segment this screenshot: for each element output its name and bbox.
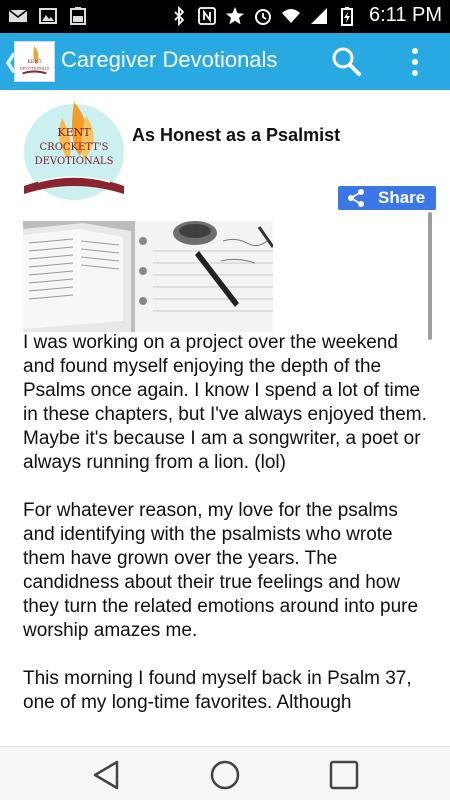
scrollbar[interactable]	[428, 212, 432, 340]
back-triangle-icon[interactable]	[89, 758, 123, 792]
alarm-icon	[255, 8, 271, 25]
post-body: I was working on a project over the week…	[23, 331, 428, 739]
nfc-icon	[198, 6, 216, 25]
share-label: Share	[378, 188, 426, 207]
post-title: As Honest as a Psalmist	[132, 125, 341, 145]
post-paragraph: I was working on a project over the week…	[23, 332, 427, 473]
system-nav-bar	[0, 746, 450, 800]
search-icon[interactable]	[330, 45, 362, 77]
image-icon	[39, 8, 57, 24]
bluetooth-icon	[174, 5, 185, 26]
app-bar: ❮ KENT DEVOTIONALS Caregiver Devotionals	[0, 33, 450, 90]
battery-icon	[70, 7, 86, 25]
logo-line-1: KENT	[57, 126, 91, 139]
post-content: KENT CROCKETT'S DEVOTIONALS As Honest as…	[0, 90, 450, 746]
app-logo-icon[interactable]: KENT DEVOTIONALS	[14, 41, 55, 82]
battery-charging-icon	[341, 6, 353, 26]
logo-line-3: DEVOTIONALS	[35, 156, 114, 167]
mail-icon	[8, 9, 28, 22]
more-vert-icon[interactable]	[402, 45, 428, 79]
svg-text:KENT: KENT	[27, 59, 42, 65]
post-photo	[23, 221, 273, 332]
logo-line-2: CROCKETT'S	[40, 142, 109, 153]
share-icon	[348, 189, 364, 207]
star-icon	[226, 6, 244, 24]
devotionals-logo: KENT CROCKETT'S DEVOTIONALS	[24, 102, 124, 200]
status-bar: 6:11 PM	[0, 0, 450, 33]
app-title: Caregiver Devotionals	[61, 47, 278, 72]
wifi-icon	[282, 8, 300, 23]
recents-square-icon[interactable]	[327, 758, 361, 792]
svg-text:DEVOTIONALS: DEVOTIONALS	[20, 66, 50, 71]
share-button[interactable]: Share	[338, 186, 436, 210]
signal-icon	[311, 7, 327, 24]
post-paragraph: This morning I found myself back in Psal…	[23, 668, 412, 713]
post-paragraph: For whatever reason, my love for the psa…	[23, 500, 419, 641]
home-circle-icon[interactable]	[208, 758, 242, 792]
clock: 6:11 PM	[369, 4, 442, 26]
